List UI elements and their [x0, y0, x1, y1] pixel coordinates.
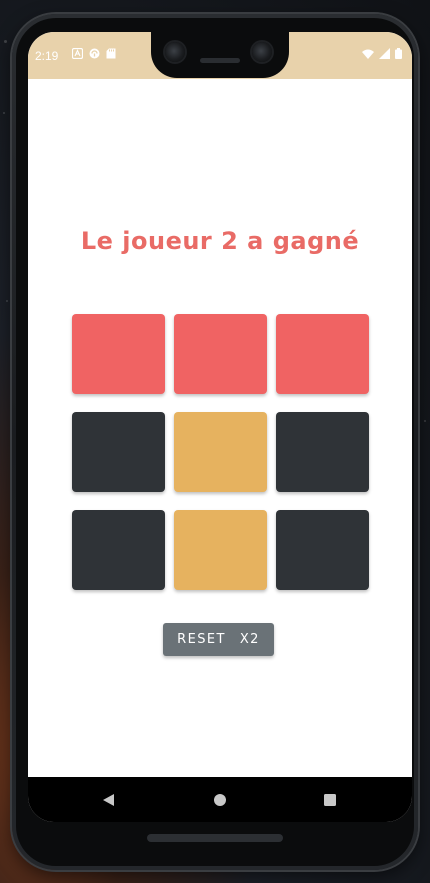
nav-back-button[interactable] — [99, 790, 119, 810]
bottom-speaker-grille — [147, 834, 283, 842]
board-cell-9[interactable] — [276, 510, 369, 590]
reset-button[interactable]: RESET X2 — [163, 623, 274, 656]
board-cell-1[interactable] — [72, 314, 165, 394]
navigation-bar — [28, 777, 412, 822]
board-cell-5[interactable] — [174, 412, 267, 492]
nav-recents-button[interactable] — [320, 790, 340, 810]
front-camera-left — [165, 42, 185, 62]
battery-icon — [395, 48, 402, 59]
sync-icon — [89, 48, 100, 59]
recents-icon — [324, 794, 336, 806]
camera-notch — [151, 32, 289, 78]
background-star — [4, 40, 7, 43]
board-cell-8[interactable] — [174, 510, 267, 590]
wifi-icon — [362, 49, 374, 59]
background-star — [6, 300, 8, 302]
background-star — [424, 420, 426, 422]
board-cell-3[interactable] — [276, 314, 369, 394]
board-cell-2[interactable] — [174, 314, 267, 394]
reset-multiplier: X2 — [239, 632, 260, 647]
winner-message: Le joueur 2 a gagné — [80, 227, 360, 255]
status-notification-icons — [72, 48, 116, 59]
sd-card-icon — [106, 48, 116, 59]
board-cell-4[interactable] — [72, 412, 165, 492]
nav-home-button[interactable] — [210, 790, 230, 810]
board-cell-6[interactable] — [276, 412, 369, 492]
back-icon — [103, 794, 114, 806]
background-star — [3, 112, 5, 114]
status-system-icons — [362, 48, 402, 59]
game-board — [72, 314, 369, 590]
reset-label: RESET — [177, 632, 226, 647]
earpiece-speaker — [200, 58, 240, 63]
front-camera-right — [252, 42, 272, 62]
home-icon — [214, 794, 226, 806]
a-box-icon — [72, 48, 83, 59]
signal-icon — [379, 48, 390, 59]
status-time: 2:19 — [35, 49, 59, 63]
app-screen: 2:19 Le joueur 2 a gagné RESET X2 — [28, 32, 412, 822]
board-cell-7[interactable] — [72, 510, 165, 590]
